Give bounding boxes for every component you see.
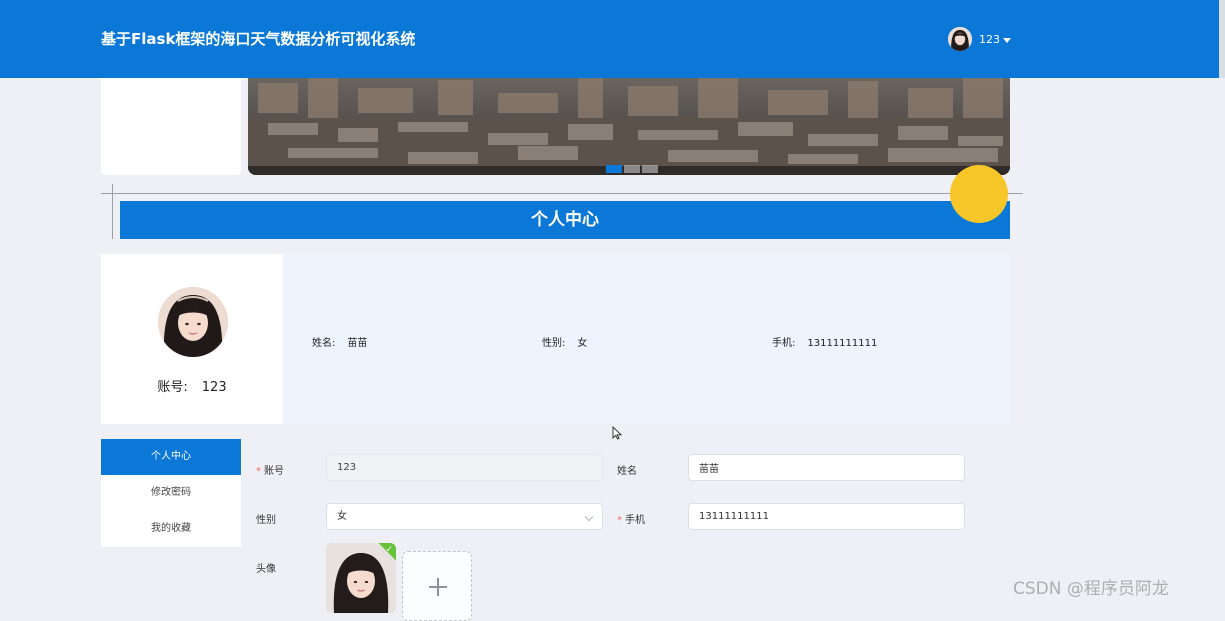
section-divider-vertical <box>112 184 113 239</box>
profile-account-label: 账号: <box>157 380 188 395</box>
phone-field-label: * 手机 <box>617 515 645 526</box>
name-input[interactable] <box>688 454 965 481</box>
side-menu-item-password[interactable]: 修改密码 <box>101 475 241 511</box>
user-avatar-icon <box>948 27 972 51</box>
avatar-field-label: 头像 <box>256 564 276 575</box>
account-field-label: * 账号 <box>256 466 284 477</box>
info-gender: 性别: 女 <box>542 334 587 349</box>
profile-card: 账号: 123 <box>101 254 283 424</box>
top-header: 基于Flask框架的海口天气数据分析可视化系统 123 <box>0 0 1225 78</box>
caret-down-icon <box>1003 37 1011 43</box>
top-left-panel <box>101 78 241 175</box>
section-title: 个人中心 <box>531 210 599 230</box>
info-name-value: 苗苗 <box>347 338 368 349</box>
carousel-indicators <box>606 165 658 173</box>
info-phone-value: 13111111111 <box>807 338 878 349</box>
carousel-dot[interactable] <box>642 165 658 173</box>
banner-carousel[interactable] <box>248 78 1010 175</box>
avatar <box>158 287 228 357</box>
gender-select[interactable]: 女 <box>326 503 603 530</box>
chevron-down-icon <box>584 512 594 522</box>
profile-account-value: 123 <box>201 380 227 395</box>
phone-input[interactable] <box>688 503 965 530</box>
info-phone: 手机: 13111111111 <box>772 334 877 349</box>
user-name: 123 <box>979 32 1000 46</box>
name-field-label: 姓名 <box>617 466 637 477</box>
decorative-circle <box>950 165 1008 223</box>
side-menu: 个人中心 修改密码 我的收藏 <box>101 439 241 547</box>
gender-select-value: 女 <box>337 511 347 522</box>
uploaded-avatar-image[interactable]: ✓ <box>326 543 396 613</box>
required-mark: * <box>256 466 261 477</box>
info-phone-label: 手机: <box>772 338 796 349</box>
side-menu-item-profile[interactable]: 个人中心 <box>101 439 241 475</box>
avatar-upload-button[interactable] <box>402 551 472 621</box>
carousel-dot[interactable] <box>606 165 622 173</box>
city-banner-image <box>248 78 1010 175</box>
required-mark: * <box>617 515 622 526</box>
side-menu-item-favorites[interactable]: 我的收藏 <box>101 511 241 547</box>
info-gender-value: 女 <box>577 338 588 349</box>
info-gender-label: 性别: <box>542 338 566 349</box>
mouse-cursor-icon <box>612 426 622 440</box>
info-name: 姓名: 苗苗 <box>312 334 367 349</box>
app-title: 基于Flask框架的海口天气数据分析可视化系统 <box>101 30 416 48</box>
gender-field-label: 性别 <box>256 515 276 526</box>
section-divider <box>101 193 1023 194</box>
watermark: CSDN @程序员阿龙 <box>1013 579 1169 599</box>
account-input[interactable] <box>326 454 603 481</box>
plus-icon <box>429 578 447 596</box>
section-header: 个人中心 <box>120 201 1010 239</box>
carousel-dot[interactable] <box>624 165 640 173</box>
profile-account: 账号: 123 <box>101 376 283 395</box>
check-icon: ✓ <box>385 545 393 555</box>
user-info-panel: 姓名: 苗苗 性别: 女 手机: 13111111111 <box>283 254 1010 424</box>
info-name-label: 姓名: <box>312 338 336 349</box>
user-menu[interactable]: 123 <box>948 27 1011 51</box>
